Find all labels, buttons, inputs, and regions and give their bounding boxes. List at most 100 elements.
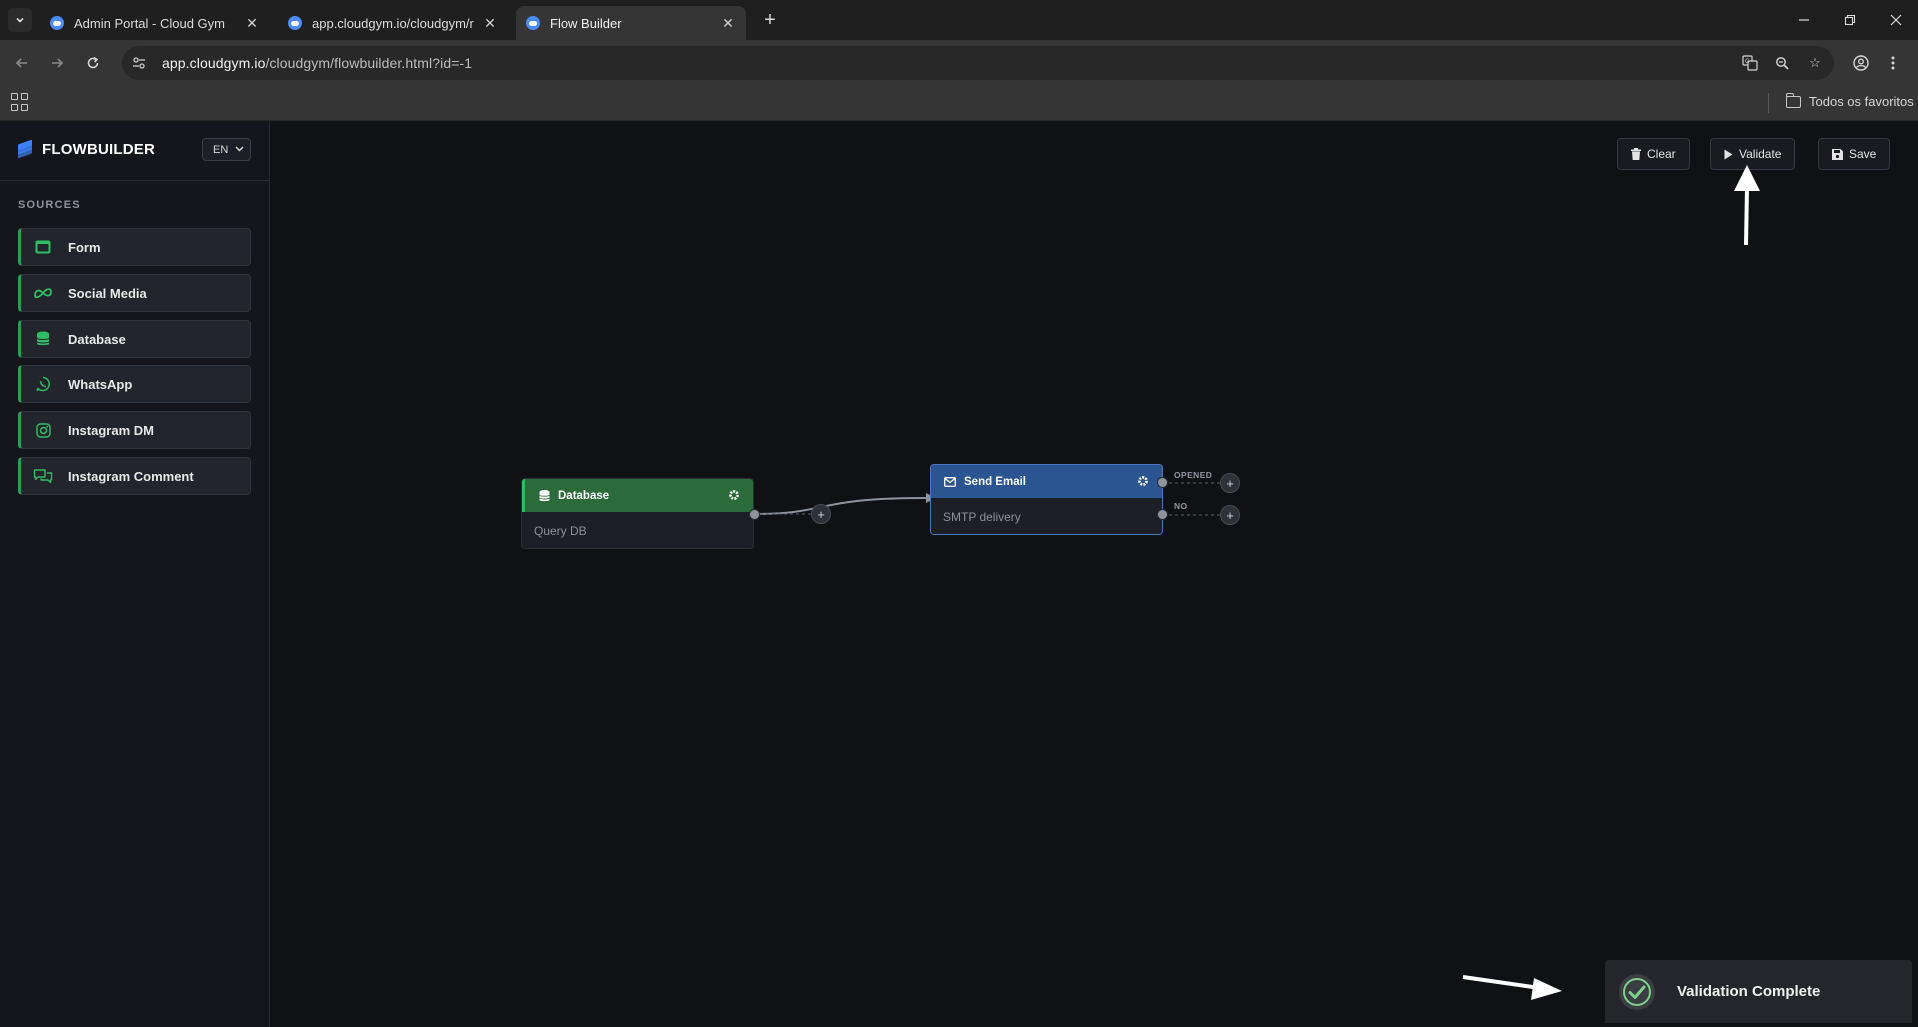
cloud-favicon-icon bbox=[526, 16, 540, 30]
clear-button-label: Clear bbox=[1647, 147, 1676, 161]
add-node-after-no-button[interactable]: + bbox=[1220, 505, 1240, 525]
translate-icon[interactable]: G bbox=[1738, 51, 1762, 75]
source-item-instagram-dm[interactable]: Instagram DM bbox=[18, 411, 251, 449]
send-email-node-header[interactable]: Send Email bbox=[931, 465, 1162, 498]
play-icon bbox=[1724, 149, 1733, 160]
language-select[interactable]: EN bbox=[202, 138, 251, 161]
check-circle-icon bbox=[1619, 973, 1655, 1010]
opened-output-label: OPENED bbox=[1174, 470, 1213, 480]
clear-button[interactable]: Clear bbox=[1617, 138, 1690, 170]
zoom-icon[interactable] bbox=[1770, 51, 1794, 75]
restore-window-button[interactable] bbox=[1827, 0, 1873, 40]
source-item-label: Form bbox=[68, 239, 101, 255]
profile-button[interactable] bbox=[1847, 49, 1875, 77]
email-opened-output-port[interactable] bbox=[1157, 477, 1168, 488]
tab-search-button[interactable] bbox=[8, 8, 32, 32]
new-tab-button[interactable]: + bbox=[758, 8, 782, 32]
source-item-form[interactable]: Form bbox=[18, 228, 251, 266]
save-button[interactable]: Save bbox=[1818, 138, 1891, 170]
profile-icon bbox=[1853, 55, 1869, 71]
source-item-label: Instagram DM bbox=[68, 422, 154, 438]
source-item-label: Database bbox=[68, 331, 126, 347]
envelope-icon bbox=[943, 475, 957, 489]
browser-tab-report[interactable]: app.cloudgym.io/cloudgym/rep ✕ bbox=[278, 6, 508, 40]
canvas-overlay bbox=[753, 165, 1760, 516]
tab-title: Flow Builder bbox=[550, 15, 622, 31]
arrow-right-icon bbox=[52, 58, 64, 68]
no-output-label: NO bbox=[1174, 501, 1188, 511]
flowbuilder-app: FLOWBUILDER EN SOURCES Form Social Media bbox=[0, 121, 1918, 1027]
gear-icon[interactable] bbox=[727, 488, 741, 502]
source-item-database[interactable]: Database bbox=[18, 320, 251, 358]
gear-icon[interactable] bbox=[1136, 474, 1150, 488]
bookmark-star-icon[interactable]: ☆ bbox=[1803, 51, 1827, 75]
whatsapp-icon bbox=[33, 374, 53, 394]
language-value: EN bbox=[213, 143, 229, 156]
bookmarks-divider bbox=[1768, 93, 1769, 113]
source-item-instagram-comment[interactable]: Instagram Comment bbox=[18, 457, 251, 495]
database-icon bbox=[33, 329, 53, 349]
database-node[interactable]: Database Query DB bbox=[521, 478, 754, 549]
kebab-menu-icon bbox=[1891, 56, 1895, 70]
sidebar: FLOWBUILDER EN SOURCES Form Social Media bbox=[0, 121, 270, 1027]
chevron-down-icon bbox=[235, 144, 244, 155]
arrow-left-icon bbox=[15, 58, 27, 68]
apps-grid-icon[interactable] bbox=[11, 93, 29, 111]
add-node-after-database-button[interactable]: + bbox=[811, 504, 831, 524]
close-window-button[interactable] bbox=[1873, 0, 1918, 40]
validate-button-label: Validate bbox=[1739, 147, 1782, 161]
comment-icon bbox=[33, 466, 53, 486]
source-item-label: Instagram Comment bbox=[68, 468, 194, 484]
instagram-icon bbox=[33, 420, 53, 440]
arrow-up-annotation-icon bbox=[1734, 165, 1760, 246]
toast-message: Validation Complete bbox=[1677, 983, 1821, 1000]
browser-menu-button[interactable] bbox=[1879, 49, 1907, 77]
add-node-after-opened-button[interactable]: + bbox=[1220, 473, 1240, 493]
url-text: app.cloudgym.io/cloudgym/flowbuilder.htm… bbox=[162, 55, 472, 71]
restore-icon bbox=[1844, 14, 1856, 26]
meta-icon bbox=[33, 283, 53, 303]
form-icon bbox=[33, 237, 53, 257]
trash-icon bbox=[1631, 148, 1641, 160]
floppy-disk-icon bbox=[1832, 148, 1843, 160]
reload-button[interactable] bbox=[79, 49, 107, 77]
email-no-output-port[interactable] bbox=[1157, 509, 1168, 520]
connection-database-to-email bbox=[753, 497, 927, 515]
reload-icon bbox=[87, 56, 99, 69]
minimize-icon bbox=[1799, 19, 1809, 21]
database-node-header[interactable]: Database bbox=[522, 479, 753, 512]
bookmarks-folder-label: Todos os favoritos bbox=[1809, 94, 1914, 109]
brand: FLOWBUILDER bbox=[18, 139, 155, 159]
back-button[interactable] bbox=[8, 49, 36, 77]
cloud-favicon-icon bbox=[50, 16, 64, 30]
validate-button[interactable]: Validate bbox=[1710, 138, 1796, 170]
database-output-port[interactable] bbox=[749, 509, 760, 520]
browser-tab-flow-builder[interactable]: Flow Builder ✕ bbox=[516, 6, 746, 40]
source-item-label: Social Media bbox=[68, 285, 147, 301]
flow-canvas[interactable]: Clear Validate Save Database Query DB + … bbox=[271, 121, 1918, 1027]
sidebar-divider bbox=[0, 180, 269, 181]
browser-tab-admin-portal[interactable]: Admin Portal - Cloud Gym ✕ bbox=[40, 6, 270, 40]
chevron-down-icon bbox=[16, 17, 24, 23]
send-email-node[interactable]: Send Email SMTP delivery bbox=[930, 464, 1163, 535]
send-email-node-title: Send Email bbox=[964, 475, 1026, 488]
site-info-icon[interactable] bbox=[128, 52, 150, 74]
source-item-whatsapp[interactable]: WhatsApp bbox=[18, 365, 251, 403]
forward-button[interactable] bbox=[43, 49, 71, 77]
address-bar[interactable]: app.cloudgym.io/cloudgym/flowbuilder.htm… bbox=[122, 46, 1834, 80]
tab-title: app.cloudgym.io/cloudgym/rep bbox=[312, 15, 474, 31]
source-item-social-media[interactable]: Social Media bbox=[18, 274, 251, 312]
all-bookmarks-folder[interactable]: Todos os favoritos bbox=[1785, 92, 1914, 109]
close-icon bbox=[1890, 14, 1902, 26]
close-tab-icon[interactable]: ✕ bbox=[720, 15, 736, 32]
close-tab-icon[interactable]: ✕ bbox=[244, 15, 260, 32]
close-tab-icon[interactable]: ✕ bbox=[482, 15, 498, 32]
save-button-label: Save bbox=[1849, 147, 1877, 161]
url-host: app.cloudgym.io bbox=[162, 55, 266, 71]
annotation-arrowhead-layer bbox=[271, 121, 1918, 1027]
database-node-title: Database bbox=[558, 489, 610, 502]
browser-toolbar: app.cloudgym.io/cloudgym/flowbuilder.htm… bbox=[0, 40, 1918, 85]
tab-title: Admin Portal - Cloud Gym bbox=[74, 15, 225, 31]
minimize-window-button[interactable] bbox=[1781, 0, 1827, 40]
browser-tab-strip: Admin Portal - Cloud Gym ✕ app.cloudgym.… bbox=[0, 0, 1918, 40]
